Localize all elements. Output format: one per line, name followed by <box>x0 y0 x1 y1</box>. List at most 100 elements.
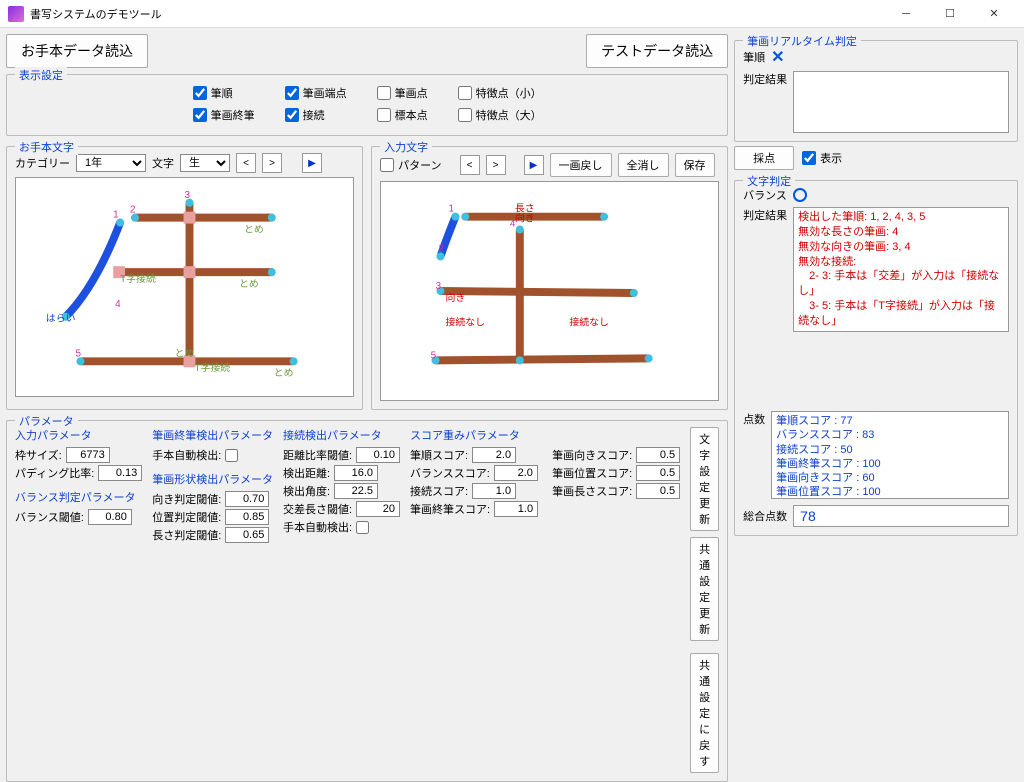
maximize-button[interactable]: ☐ <box>928 0 972 28</box>
model-play-button[interactable]: ▶ <box>302 153 322 173</box>
chk-endstroke[interactable]: 筆画終筆 <box>193 107 255 123</box>
display-settings-legend: 表示設定 <box>15 67 67 83</box>
judge-result-box: 検出した筆順: 1, 2, 4, 3, 5 無効な長さの筆画: 4 無効な向きの… <box>793 207 1009 332</box>
connect-angle-input[interactable] <box>334 483 378 499</box>
params-group: パラメータ 入力パラメータ 枠サイズ: パディング比率: バランス判定パラメータ… <box>6 420 728 782</box>
input-char-group: 入力文字 パターン < > ▶ 一画戻し 全消し 保存 <box>371 146 728 410</box>
input-params-legend: 入力パラメータ <box>15 427 142 443</box>
save-button[interactable]: 保存 <box>675 153 715 177</box>
shape-params-legend: 筆画形状検出パラメータ <box>152 471 273 487</box>
input-canvas[interactable]: 12 34 5 長さ向き 向き 接続なし接続なし <box>380 181 719 401</box>
w-len-input[interactable] <box>636 483 680 499</box>
char-update-button[interactable]: 文字設定更新 <box>690 427 719 531</box>
close-button[interactable]: ✕ <box>972 0 1016 28</box>
svg-text:3: 3 <box>185 190 191 201</box>
svg-text:接続なし: 接続なし <box>446 316 486 329</box>
svg-text:向き: 向き <box>446 291 466 304</box>
category-select[interactable]: 1年 <box>76 154 146 172</box>
char-judge-legend: 文字判定 <box>743 173 795 189</box>
x-mark-icon: ✕ <box>771 47 784 67</box>
pattern-check[interactable]: パターン <box>380 157 441 173</box>
chk-order[interactable]: 筆順 <box>193 85 255 101</box>
endstroke-auto-check[interactable] <box>225 449 238 462</box>
chk-connect[interactable]: 接続 <box>285 107 347 123</box>
balance-threshold-input[interactable] <box>88 509 132 525</box>
input-prev-button[interactable]: < <box>460 155 480 175</box>
char-select[interactable]: 生 <box>180 154 230 172</box>
realtime-group: 筆画リアルタイム判定 筆順 ✕ 判定結果 <box>734 40 1018 142</box>
svg-text:T字接続: T字接続 <box>194 361 230 374</box>
endstroke-params-legend: 筆画終筆検出パラメータ <box>152 427 273 443</box>
shape-dir-input[interactable] <box>225 491 269 507</box>
common-update-button[interactable]: 共通設定更新 <box>690 537 719 641</box>
rt-result-label: 判定結果 <box>743 71 787 87</box>
score-box[interactable]: 筆順スコア : 77 バランススコア : 83 接続スコア : 50 筆画終筆ス… <box>771 411 1009 499</box>
svg-text:はらい: はらい <box>46 313 76 325</box>
show-check[interactable]: 表示 <box>802 150 842 166</box>
circle-mark-icon <box>793 188 807 202</box>
svg-text:5: 5 <box>431 350 437 361</box>
w-pos-input[interactable] <box>636 465 680 481</box>
char-judge-group: 文字判定 バランス 判定結果 検出した筆順: 1, 2, 4, 3, 5 無効な… <box>734 180 1018 536</box>
connect-cross-input[interactable] <box>356 501 400 517</box>
judge-result-label: 判定結果 <box>743 207 787 223</box>
display-settings-group: 表示設定 筆順 筆画端点 筆画点 特徴点（小） 筆画終筆 接続 標本点 特徴点（… <box>6 74 728 136</box>
shape-pos-input[interactable] <box>225 509 269 525</box>
undo-button[interactable]: 一画戻し <box>550 153 612 177</box>
common-reset-button[interactable]: 共通設定に戻す <box>690 653 719 773</box>
window-title: 書写システムのデモツール <box>30 6 884 22</box>
titlebar: 書写システムのデモツール ─ ☐ ✕ <box>0 0 1024 28</box>
svg-text:5: 5 <box>76 348 82 359</box>
svg-text:とめ: とめ <box>239 278 259 290</box>
w-connect-input[interactable] <box>472 483 516 499</box>
connect-ratio-input[interactable] <box>356 447 400 463</box>
balance-label: バランス <box>743 187 787 203</box>
chk-endpoint[interactable]: 筆画端点 <box>285 85 347 101</box>
padding-input[interactable] <box>98 465 142 481</box>
input-play-button[interactable]: ▶ <box>524 155 544 175</box>
chk-strokepoint[interactable]: 筆画点 <box>377 85 428 101</box>
load-test-button[interactable]: テストデータ読込 <box>586 34 728 68</box>
svg-text:とめ: とめ <box>274 367 294 379</box>
svg-text:とめ: とめ <box>244 224 264 236</box>
connect-auto-check[interactable] <box>356 521 369 534</box>
svg-text:2: 2 <box>439 243 445 254</box>
chk-feature-small[interactable]: 特徴点（小） <box>458 85 542 101</box>
chk-feature-large[interactable]: 特徴点（大） <box>458 107 542 123</box>
category-label: カテゴリー <box>15 155 70 171</box>
w-end-input[interactable] <box>494 501 538 517</box>
shape-len-input[interactable] <box>225 527 269 543</box>
connect-dist-input[interactable] <box>334 465 378 481</box>
model-next-button[interactable]: > <box>262 153 282 173</box>
score-label: 点数 <box>743 411 765 427</box>
svg-text:T字接続: T字接続 <box>120 272 156 285</box>
svg-text:3: 3 <box>436 281 442 292</box>
input-next-button[interactable]: > <box>486 155 506 175</box>
svg-text:1: 1 <box>113 210 119 221</box>
balance-params-legend: バランス判定パラメータ <box>15 489 142 505</box>
svg-text:4: 4 <box>115 299 121 310</box>
model-legend: お手本文字 <box>15 139 78 155</box>
score-button[interactable]: 採点 <box>734 146 794 170</box>
model-prev-button[interactable]: < <box>236 153 256 173</box>
total-label: 総合点数 <box>743 508 787 524</box>
w-balance-input[interactable] <box>494 465 538 481</box>
svg-text:とめ: とめ <box>175 347 195 359</box>
load-model-button[interactable]: お手本データ読込 <box>6 34 148 68</box>
svg-text:1: 1 <box>449 204 455 215</box>
chk-sample[interactable]: 標本点 <box>377 107 428 123</box>
svg-text:2: 2 <box>130 205 136 216</box>
app-icon <box>8 6 24 22</box>
realtime-legend: 筆画リアルタイム判定 <box>743 33 861 49</box>
w-dir-input[interactable] <box>636 447 680 463</box>
clear-button[interactable]: 全消し <box>618 153 669 177</box>
frame-size-input[interactable] <box>66 447 110 463</box>
connect-params-legend: 接続検出パラメータ <box>283 427 400 443</box>
w-order-input[interactable] <box>472 447 516 463</box>
params-legend: パラメータ <box>15 413 78 429</box>
minimize-button[interactable]: ─ <box>884 0 928 28</box>
model-char-group: お手本文字 カテゴリー 1年 文字 生 < > ▶ <box>6 146 363 410</box>
input-legend: 入力文字 <box>380 139 432 155</box>
weights-legend: スコア重みパラメータ <box>410 427 680 443</box>
svg-text:向き: 向き <box>515 212 535 225</box>
